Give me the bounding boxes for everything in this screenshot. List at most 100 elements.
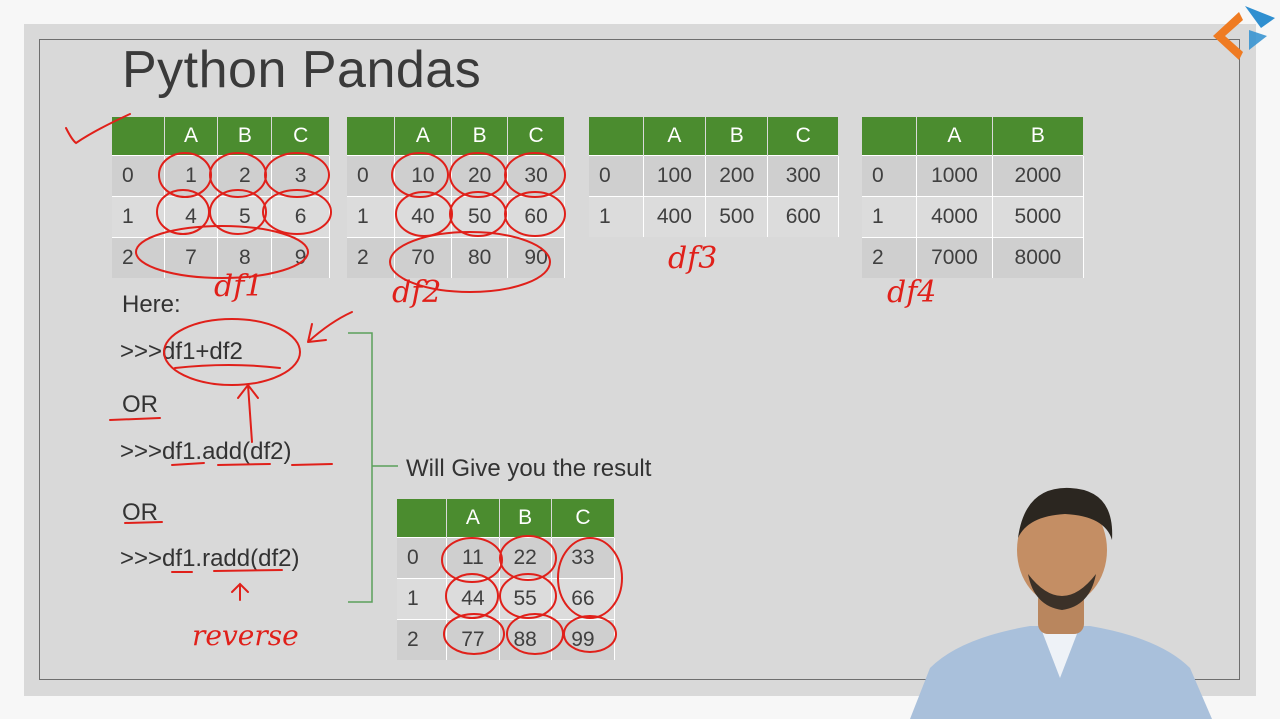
- column-header: A: [643, 117, 707, 156]
- table-row: 0 100 200 300: [589, 155, 839, 197]
- table-cell: 3: [271, 155, 330, 197]
- column-header: A: [394, 117, 453, 156]
- table-cell: 50: [451, 196, 509, 238]
- table-cell: 2000: [992, 155, 1085, 197]
- result-table: A B C 0 11 22 33 1 44 55 66 2 77 88 99: [397, 499, 616, 660]
- row-index-cell: 0: [862, 155, 918, 197]
- row-index-cell: 1: [112, 196, 165, 238]
- table-cell: 2: [217, 155, 273, 197]
- column-header: [589, 117, 644, 156]
- brand-logo: [1213, 6, 1275, 60]
- table-cell: 200: [705, 155, 769, 197]
- code-df1-add: >>>df1.add(df2): [120, 438, 292, 465]
- column-header: B: [217, 117, 273, 156]
- table-cell: 40: [394, 196, 453, 238]
- column-header: [397, 499, 448, 538]
- column-header: A: [164, 117, 219, 156]
- table-row: 1456: [112, 196, 330, 238]
- table-cell: 20: [451, 155, 509, 197]
- table-cell: 5: [217, 196, 273, 238]
- table-row: 0123: [112, 155, 330, 197]
- table-cell: 500: [705, 196, 769, 237]
- table-cell: 1: [164, 155, 219, 197]
- table-cell: 30: [507, 155, 565, 197]
- code-df1-radd: >>>df1.radd(df2): [120, 545, 300, 572]
- table-cell: 400: [643, 196, 707, 237]
- row-index-cell: 1: [347, 196, 395, 238]
- column-header: C: [271, 117, 330, 156]
- row-index-cell: 1: [589, 196, 644, 237]
- table-row: 1 400 500 600: [589, 196, 839, 237]
- row-index-cell: 2: [397, 619, 448, 660]
- column-header: B: [499, 499, 552, 538]
- column-header: [112, 117, 165, 156]
- table-row: 1 44 55 66: [397, 578, 616, 620]
- table-cell: 88: [499, 619, 552, 660]
- table-row: 2 77 88 99: [397, 619, 616, 660]
- presenter-video: [910, 487, 1212, 719]
- here-label: Here:: [122, 291, 181, 318]
- result-caption: Will Give you the result: [406, 455, 652, 482]
- table-cell: 11: [446, 537, 500, 579]
- table-cell: 70: [394, 237, 453, 278]
- column-header: A: [916, 117, 993, 156]
- df4-table: A B 0 1000 2000 1 4000 5000 2 7000 8000: [862, 117, 1085, 278]
- code-df1-plus-df2: >>>df1+df2: [120, 338, 243, 365]
- column-header: C: [551, 499, 616, 538]
- or-label-2: OR: [122, 499, 158, 526]
- table-cell: 22: [499, 537, 552, 579]
- df3-table: A B C 0 100 200 300 1 400 500 600: [589, 117, 839, 237]
- table-cell: 55: [499, 578, 552, 620]
- table-row: 0 11 22 33: [397, 537, 616, 579]
- table-cell: 44: [446, 578, 500, 620]
- table-row: 1 4000 5000: [862, 196, 1085, 238]
- table-header-row: ABC: [589, 117, 839, 156]
- column-header: C: [767, 117, 839, 156]
- table-cell: 5000: [992, 196, 1085, 238]
- table-cell: 9: [271, 237, 330, 278]
- table-cell: 77: [446, 619, 500, 660]
- slide-title: Python Pandas: [122, 41, 482, 99]
- table-row: 0 10 20 30: [347, 155, 565, 197]
- table-row: 1 40 50 60: [347, 196, 565, 238]
- column-header: C: [507, 117, 565, 156]
- table-cell: 33: [551, 537, 616, 579]
- table-cell: 8: [217, 237, 273, 278]
- table-row: 2 7000 8000: [862, 237, 1085, 278]
- table-header-row: ABC: [347, 117, 565, 156]
- table-row: 0 1000 2000: [862, 155, 1085, 197]
- table-cell: 60: [507, 196, 565, 238]
- column-header: [347, 117, 395, 156]
- column-header: B: [992, 117, 1085, 156]
- table-cell: 1000: [916, 155, 993, 197]
- table-cell: 8000: [992, 237, 1085, 278]
- table-cell: 600: [767, 196, 839, 237]
- row-index-cell: 2: [112, 237, 165, 278]
- row-index-cell: 0: [347, 155, 395, 197]
- table-header-row: AB: [862, 117, 1085, 156]
- df1-table: ABC012314562789: [112, 117, 330, 278]
- table-cell: 100: [643, 155, 707, 197]
- table-row: 2789: [112, 237, 330, 278]
- table-header-row: ABC: [397, 499, 616, 538]
- row-index-cell: 0: [589, 155, 644, 197]
- row-index-cell: 2: [347, 237, 395, 278]
- table-cell: 66: [551, 578, 616, 620]
- column-header: B: [451, 117, 509, 156]
- table-cell: 10: [394, 155, 453, 197]
- table-cell: 4000: [916, 196, 993, 238]
- table-cell: 80: [451, 237, 509, 278]
- row-index-cell: 0: [112, 155, 165, 197]
- table-cell: 99: [551, 619, 616, 660]
- table-cell: 4: [164, 196, 219, 238]
- table-cell: 90: [507, 237, 565, 278]
- table-header-row: ABC: [112, 117, 330, 156]
- row-index-cell: 2: [862, 237, 918, 278]
- table-cell: 7: [164, 237, 219, 278]
- row-index-cell: 1: [397, 578, 448, 620]
- column-header: B: [705, 117, 769, 156]
- table-cell: 6: [271, 196, 330, 238]
- column-header: A: [446, 499, 500, 538]
- table-cell: 7000: [916, 237, 993, 278]
- df2-table: A B C 0 10 20 30 1 40 50 60 2 70 80 90: [347, 117, 565, 278]
